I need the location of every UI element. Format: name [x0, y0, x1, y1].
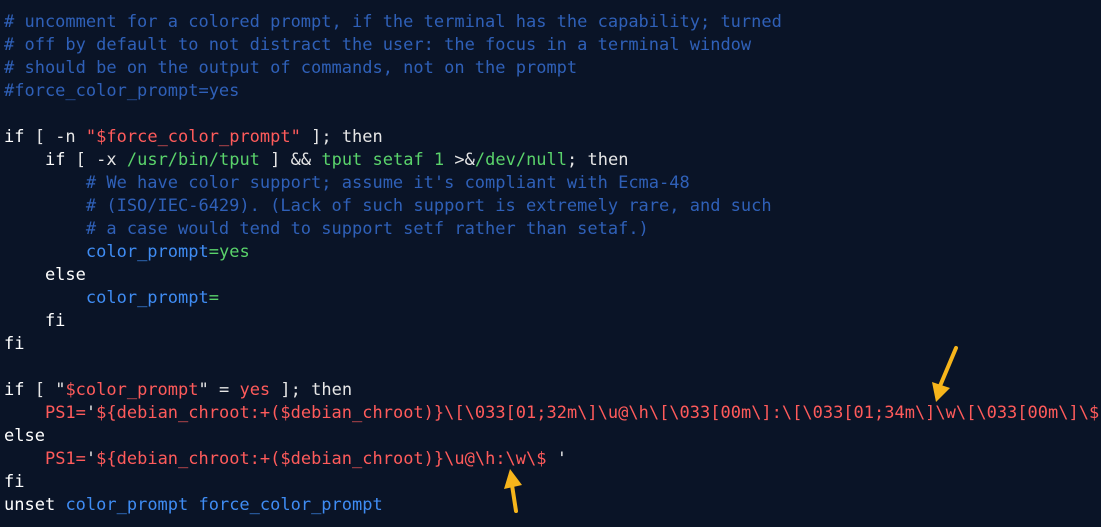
ps1-plain-value: ${debian_chroot:+($debian_chroot)}\u@\h:… — [96, 449, 557, 469]
code-line-3: # should be on the output of commands, n… — [4, 58, 578, 78]
unset-args: color_prompt force_color_prompt — [65, 495, 383, 515]
path-tput: /usr/bin/tput — [126, 150, 260, 170]
code-editor[interactable]: # uncomment for a colored prompt, if the… — [0, 0, 1101, 527]
keyword-if: if — [4, 380, 25, 400]
quote-open: ' — [85, 449, 97, 469]
code-line-21: fi — [4, 472, 25, 492]
test-close: ]; then — [270, 380, 353, 400]
quote-open: ' — [85, 403, 97, 423]
code-line-22: unset color_prompt force_color_prompt — [4, 494, 1101, 517]
code-line-8: # We have color support; assume it's com… — [4, 173, 690, 193]
code-line-6: if [ -n "$force_color_prompt" ]; then — [4, 126, 1101, 149]
code-line-1: # uncomment for a colored prompt, if the… — [4, 12, 782, 32]
command-unset: unset — [4, 495, 56, 515]
annotation-arrow-down-icon — [932, 346, 958, 402]
code-line-4: #force_color_prompt=yes — [4, 81, 240, 101]
code-line-10: # a case would tend to support setf rath… — [4, 219, 649, 239]
code-line-19: else — [4, 426, 45, 446]
equals: = — [208, 288, 219, 308]
command-tput: tput setaf 1 — [321, 150, 445, 170]
test-close: ]; then — [300, 127, 383, 147]
test-and: ] && — [259, 150, 322, 170]
test-open: [ -n — [24, 127, 86, 147]
keyword-if: if — [44, 150, 66, 170]
code-line-20: PS1='${debian_chroot:+($debian_chroot)}\… — [4, 448, 1101, 471]
variable-force-color-prompt: $force_color_prompt — [96, 127, 291, 147]
path-dev-null: /dev/null — [474, 150, 568, 170]
ps1-color-value: ${debian_chroot:+($debian_chroot)}\[\033… — [96, 403, 1101, 423]
test-eq: " = — [198, 380, 240, 400]
code-line-2: # off by default to not distract the use… — [4, 35, 752, 55]
ps1-assign: PS1= — [44, 449, 86, 469]
test-open: [ " — [24, 380, 66, 400]
code-line-14: fi — [4, 311, 66, 331]
annotation-arrow-up-icon — [504, 469, 522, 513]
quote-close: " — [290, 127, 301, 147]
redirect: >& — [444, 150, 475, 170]
equals: = — [208, 242, 219, 262]
code-line-12: else — [4, 265, 86, 285]
value-yes: yes — [218, 242, 250, 262]
ps1-assign: PS1= — [44, 403, 86, 423]
quote-close: ' — [556, 449, 567, 469]
identifier-color-prompt: color_prompt — [85, 288, 209, 308]
keyword-if: if — [4, 127, 25, 147]
code-line-7: if [ -x /usr/bin/tput ] && tput setaf 1 … — [4, 149, 1101, 172]
identifier-color-prompt: color_prompt — [85, 242, 209, 262]
quote-open: " — [85, 127, 97, 147]
code-line-9: # (ISO/IEC-6429). (Lack of such support … — [4, 196, 772, 216]
test-open: [ -x — [65, 150, 127, 170]
code-line-5-empty — [4, 103, 1101, 126]
variable-color-prompt: $color_prompt — [65, 380, 199, 400]
code-line-11: color_prompt=yes — [4, 241, 1101, 264]
code-line-13: color_prompt= — [4, 287, 1101, 310]
value-yes: yes — [239, 380, 271, 400]
then: ; then — [567, 150, 629, 170]
